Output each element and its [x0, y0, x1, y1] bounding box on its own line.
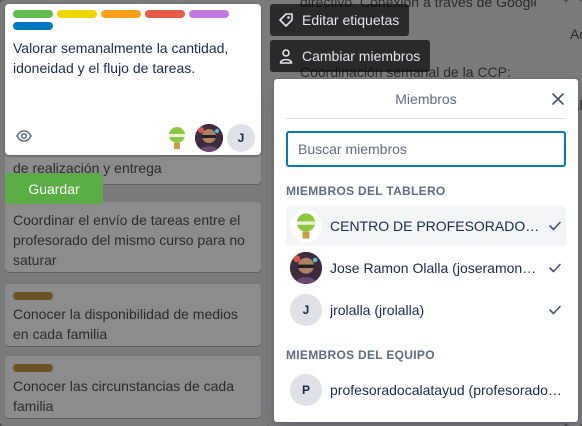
board-members-heading: MIEMBROS DEL TABLERO [286, 184, 446, 198]
card-members: J [163, 124, 255, 152]
background-card[interactable]: Coordinar el envío de tareas entre el pr… [5, 202, 261, 272]
search-members-input[interactable] [286, 131, 566, 167]
avatar-calatayud-logo [290, 210, 322, 242]
check-icon [549, 305, 561, 315]
team-members-heading: MIEMBROS DEL EQUIPO [286, 348, 435, 362]
avatar-jrolalla[interactable]: J [227, 124, 255, 152]
member-name: profesoradocalatayud (profesoradocalatay… [330, 382, 562, 398]
change-members-label: Cambiar miembros [302, 48, 421, 64]
label-yellow[interactable] [57, 10, 97, 18]
popover-divider [286, 118, 566, 119]
avatar-calatayud-logo[interactable] [163, 124, 191, 152]
member-name: Jose Ramon Olalla (joseramonolalla) [330, 260, 540, 276]
label-blue[interactable] [13, 22, 53, 30]
member-name: jrolalla (jrolalla) [330, 302, 425, 318]
person-icon [279, 49, 293, 64]
card-title: Conocer la disponibilidad de medios en c… [13, 306, 238, 342]
calatayud-logo-icon [168, 127, 186, 149]
edit-labels-button[interactable]: Editar etiquetas [270, 4, 410, 36]
background-card[interactable]: Conocer la disponibilidad de medios en c… [5, 284, 261, 346]
save-button[interactable]: Guardar [5, 173, 103, 204]
close-icon[interactable] [550, 91, 566, 107]
calatayud-logo-icon [295, 213, 317, 239]
user-photo-icon [290, 252, 322, 284]
background-card-text: Ad [570, 26, 582, 42]
change-members-button[interactable]: Cambiar miembros [270, 40, 431, 72]
check-icon [549, 221, 561, 231]
card-title: Coordinar el envío de tareas entre el pr… [13, 212, 245, 268]
card-label [13, 292, 53, 300]
label-red[interactable] [145, 10, 185, 18]
popover-title: Miembros [395, 91, 457, 107]
card-labels [13, 10, 243, 30]
member-row[interactable]: Jose Ramon Olalla (joseramonolalla) [286, 248, 566, 288]
label-purple[interactable] [189, 10, 229, 18]
member-row[interactable]: CENTRO DE PROFESORADO DE CALATAYUD [286, 206, 566, 246]
avatar-jose-ramon-olalla [290, 252, 322, 284]
card-label [13, 364, 53, 372]
quick-edit-card: Valorar semanalmente la cantidad, idonei… [5, 4, 261, 155]
avatar-initial: J [302, 303, 310, 317]
label-green[interactable] [13, 10, 53, 18]
avatar-jose-ramon-olalla[interactable] [195, 124, 223, 152]
user-photo-icon [195, 124, 223, 152]
avatar-initial: J [237, 131, 245, 145]
avatar-initial: P [301, 383, 310, 397]
background-card[interactable]: Conocer las circunstancias de cada famil… [5, 356, 261, 418]
card-title-editor[interactable]: Valorar semanalmente la cantidad, idonei… [13, 38, 253, 78]
edit-labels-label: Editar etiquetas [302, 12, 400, 28]
tag-icon [279, 13, 293, 27]
card-title: Conocer las circunstancias de cada famil… [13, 378, 235, 414]
member-name: CENTRO DE PROFESORADO DE CALATAYUD [330, 218, 540, 234]
check-icon [549, 263, 561, 273]
avatar-jrolalla: J [290, 294, 322, 326]
member-row[interactable]: P profesoradocalatayud (profesoradocalat… [286, 370, 566, 410]
avatar-profesoradocalatayud: P [290, 374, 322, 406]
eye-icon [16, 130, 32, 142]
members-popover: Miembros MIEMBROS DEL TABLERO CENTRO DE … [274, 79, 578, 422]
label-orange[interactable] [101, 10, 141, 18]
member-row[interactable]: J jrolalla (jrolalla) [286, 290, 566, 330]
